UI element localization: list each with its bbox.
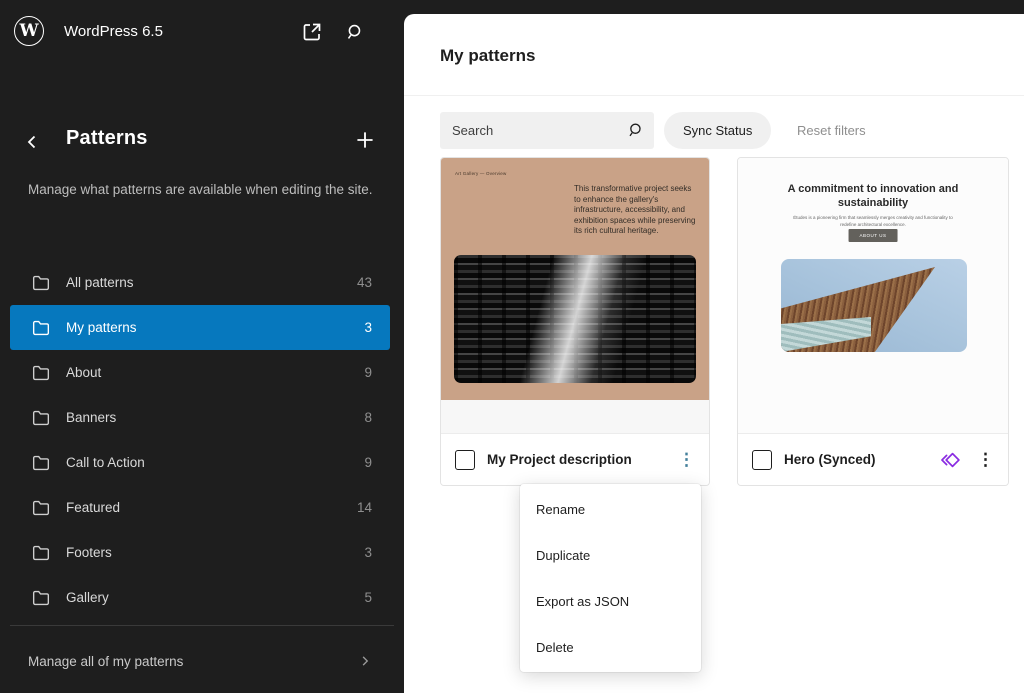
search-icon xyxy=(625,120,645,140)
pattern-actions-menu: Rename Duplicate Export as JSON Delete xyxy=(520,484,701,672)
sidebar-item-count: 14 xyxy=(357,500,372,515)
sidebar-item-count: 9 xyxy=(364,365,372,380)
sidebar-item-count: 8 xyxy=(364,410,372,425)
search-input[interactable] xyxy=(440,112,654,149)
add-pattern-button[interactable] xyxy=(352,127,378,153)
sidebar-item-count: 3 xyxy=(364,545,372,560)
sidebar-divider xyxy=(10,625,394,626)
sidebar-item-label: My patterns xyxy=(66,320,350,335)
manage-all-patterns-label: Manage all of my patterns xyxy=(28,654,356,669)
menu-item-duplicate[interactable]: Duplicate xyxy=(520,532,701,578)
sidebar-item-count: 3 xyxy=(364,320,372,335)
header-divider xyxy=(404,95,1024,96)
preview-hero-section: Art Gallery — Overview This transformati… xyxy=(441,158,709,400)
sidebar-item-featured[interactable]: Featured 14 xyxy=(10,485,390,530)
pattern-category-list: All patterns 43 My patterns 3 About 9 Ba… xyxy=(10,260,390,620)
folder-icon xyxy=(30,272,52,294)
sidebar-item-count: 5 xyxy=(364,590,372,605)
building-photo xyxy=(454,255,696,383)
search-icon xyxy=(343,21,365,43)
menu-item-rename[interactable]: Rename xyxy=(520,486,701,532)
pattern-actions-button[interactable]: ⋮ xyxy=(977,450,994,470)
sidebar-description: Manage what patterns are available when … xyxy=(28,179,378,201)
sidebar-item-all-patterns[interactable]: All patterns 43 xyxy=(10,260,390,305)
main-panel: My patterns Sync Status Reset filters Ar… xyxy=(404,14,1024,693)
architecture-photo xyxy=(781,259,967,352)
sidebar-item-call-to-action[interactable]: Call to Action 9 xyxy=(10,440,390,485)
sidebar-item-gallery[interactable]: Gallery 5 xyxy=(10,575,390,620)
menu-item-delete[interactable]: Delete xyxy=(520,624,701,670)
sidebar-item-footers[interactable]: Footers 3 xyxy=(10,530,390,575)
pattern-preview[interactable]: Art Gallery — Overview This transformati… xyxy=(441,158,709,434)
preview-paragraph: This transformative project seeks to enh… xyxy=(574,184,700,237)
external-link-icon xyxy=(300,20,324,44)
view-site-button[interactable] xyxy=(300,20,324,44)
sidebar-item-banners[interactable]: Banners 8 xyxy=(10,395,390,440)
pattern-title: My Project description xyxy=(487,452,666,467)
folder-icon xyxy=(30,317,52,339)
pattern-title: Hero (Synced) xyxy=(784,452,927,467)
pattern-card-hero-synced[interactable]: A commitment to innovation and sustainab… xyxy=(737,157,1009,486)
sync-status-filter-button[interactable]: Sync Status xyxy=(664,112,771,149)
pattern-card-footer: Hero (Synced) ⋮ xyxy=(738,434,1008,485)
wordpress-logo[interactable]: W xyxy=(14,16,44,46)
sidebar-item-label: All patterns xyxy=(66,275,343,290)
back-button[interactable] xyxy=(20,129,44,155)
folder-icon xyxy=(30,452,52,474)
preview-next-section xyxy=(441,400,709,433)
sidebar-title: Patterns xyxy=(66,127,148,150)
chevron-right-icon xyxy=(356,652,374,670)
sidebar-item-count: 43 xyxy=(357,275,372,290)
sidebar-item-about[interactable]: About 9 xyxy=(10,350,390,395)
plus-icon xyxy=(352,127,378,153)
sidebar-item-label: Gallery xyxy=(66,590,350,605)
sidebar-item-label: About xyxy=(66,365,350,380)
folder-icon xyxy=(30,362,52,384)
menu-item-export-json[interactable]: Export as JSON xyxy=(520,578,701,624)
sidebar-item-count: 9 xyxy=(364,455,372,470)
folder-icon xyxy=(30,587,52,609)
sidebar-item-label: Footers xyxy=(66,545,350,560)
synced-pattern-icon xyxy=(939,449,961,471)
pattern-card-footer: My Project description ⋮ xyxy=(441,434,709,485)
manage-all-patterns-link[interactable]: Manage all of my patterns xyxy=(0,644,404,678)
pattern-actions-button[interactable]: ⋮ xyxy=(678,450,695,470)
pattern-preview[interactable]: A commitment to innovation and sustainab… xyxy=(738,158,1008,434)
preview-heading: A commitment to innovation and sustainab… xyxy=(738,182,1008,210)
sidebar-item-label: Banners xyxy=(66,410,350,425)
preview-kicker-text: Art Gallery — Overview xyxy=(455,171,506,176)
chevron-left-icon xyxy=(20,129,44,155)
sidebar-item-my-patterns[interactable]: My patterns 3 xyxy=(10,305,390,350)
reset-filters-button[interactable]: Reset filters xyxy=(797,112,866,149)
pattern-checkbox[interactable] xyxy=(455,450,475,470)
folder-icon xyxy=(30,407,52,429)
pattern-search xyxy=(440,112,654,149)
site-title: WordPress 6.5 xyxy=(64,23,163,40)
topbar-search-button[interactable] xyxy=(343,21,365,43)
pattern-checkbox[interactable] xyxy=(752,450,772,470)
sidebar-item-label: Featured xyxy=(66,500,343,515)
folder-icon xyxy=(30,542,52,564)
folder-icon xyxy=(30,497,52,519)
preview-about-us-button: ABOUT US xyxy=(849,229,898,242)
preview-subtext: Études is a pioneering firm that seamles… xyxy=(785,215,961,228)
pattern-card-my-project-description[interactable]: Art Gallery — Overview This transformati… xyxy=(440,157,710,486)
page-title: My patterns xyxy=(440,46,535,66)
sidebar-item-label: Call to Action xyxy=(66,455,350,470)
